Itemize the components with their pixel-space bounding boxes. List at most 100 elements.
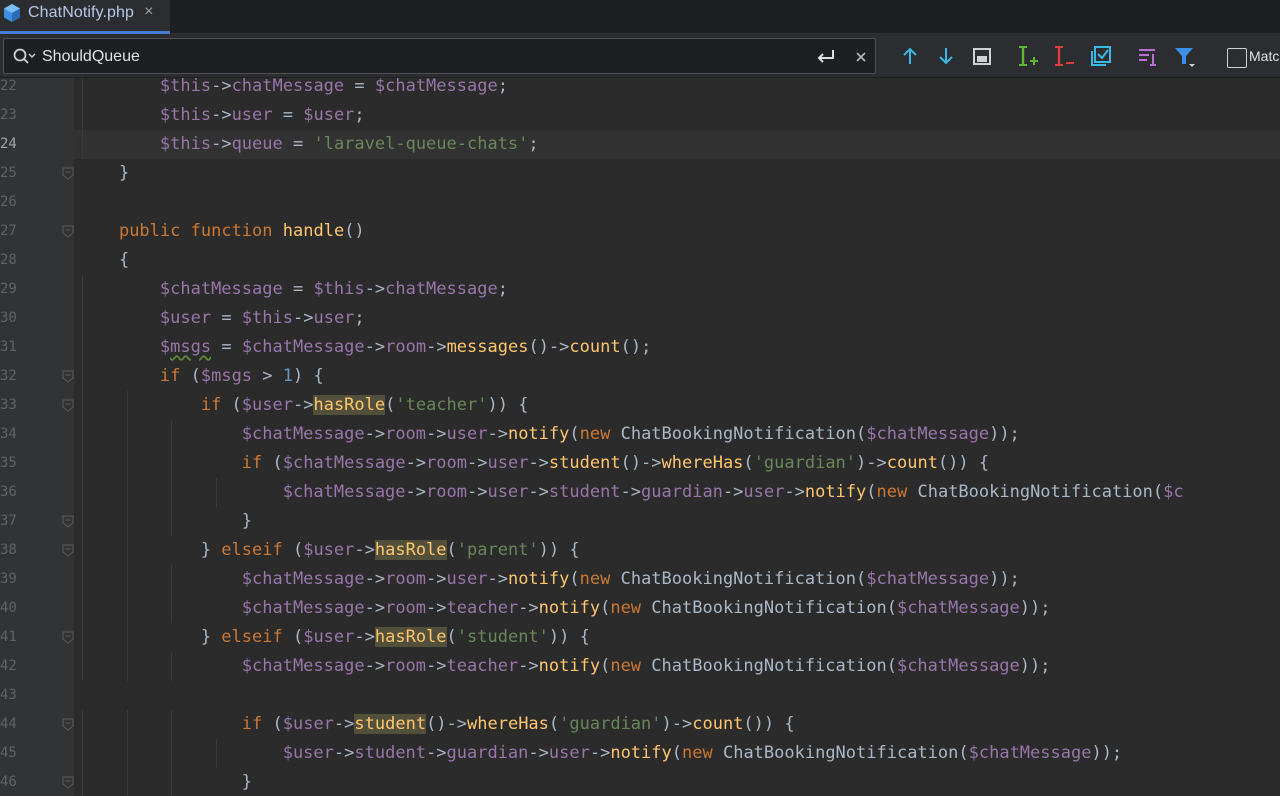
- code-line[interactable]: 27 public function handle(): [0, 217, 1280, 246]
- code-text: }: [78, 163, 130, 183]
- search-icon[interactable]: [12, 47, 36, 67]
- code-line[interactable]: 38 } elseif ($user->hasRole('parent')) {: [0, 536, 1280, 565]
- code-content: $this->user = $user;: [74, 101, 1280, 130]
- code-text: $chatMessage->room->user->notify(new Cha…: [241, 569, 1020, 589]
- code-content: }: [74, 159, 1280, 188]
- code-content: $chatMessage->room->user->student->guard…: [74, 478, 1280, 507]
- code-line[interactable]: 26: [0, 188, 1280, 217]
- code-line[interactable]: 45 $user->student->guardian->user->notif…: [0, 739, 1280, 768]
- code-line[interactable]: 35 if ($chatMessage->room->user->student…: [0, 449, 1280, 478]
- code-line[interactable]: 32 if ($msgs > 1) {: [0, 362, 1280, 391]
- fold-marker-icon[interactable]: [62, 225, 74, 238]
- code-line[interactable]: 30 $user = $this->user;: [0, 304, 1280, 333]
- code-line[interactable]: 28 {: [0, 246, 1280, 275]
- line-number: 43: [0, 687, 16, 703]
- line-number: 46: [0, 774, 16, 790]
- code-text: } elseif ($user->hasRole('student')) {: [78, 627, 590, 647]
- search-box: [3, 38, 876, 74]
- line-number: 23: [0, 107, 16, 123]
- code-line[interactable]: 46 }: [0, 768, 1280, 796]
- search-input[interactable]: [42, 46, 782, 68]
- clear-search-icon[interactable]: [853, 49, 869, 65]
- code-text: $chatMessage = $this->chatMessage;: [159, 279, 508, 299]
- code-text: }: [78, 772, 252, 792]
- code-line[interactable]: 24 $this->queue = 'laravel-queue-chats';: [0, 130, 1280, 159]
- code-text: if ($msgs > 1) {: [159, 366, 324, 386]
- tab-title: ChatNotify.php: [28, 3, 135, 21]
- code-line[interactable]: 43: [0, 681, 1280, 710]
- match-case-checkbox[interactable]: [1227, 48, 1247, 68]
- find-toolbar: Matc: [0, 34, 1280, 78]
- line-number: 30: [0, 310, 16, 326]
- code-line[interactable]: 41 } elseif ($user->hasRole('student')) …: [0, 623, 1280, 652]
- close-icon[interactable]: ×: [144, 3, 153, 21]
- line-number: 37: [0, 513, 16, 529]
- fold-marker-icon[interactable]: [62, 718, 74, 731]
- code-text: $chatMessage->room->user->student->guard…: [282, 482, 1184, 502]
- match-case-label: Matc: [1249, 48, 1280, 64]
- fold-marker-icon[interactable]: [62, 370, 74, 383]
- code-content: $user = $this->user;: [74, 304, 1280, 333]
- fold-marker-icon[interactable]: [62, 399, 74, 412]
- code-content: $this->chatMessage = $chatMessage;: [74, 78, 1280, 101]
- code-content: [74, 681, 1280, 710]
- code-content: $msgs = $chatMessage->room->messages()->…: [74, 333, 1280, 362]
- code-text: $msgs = $chatMessage->room->messages()->…: [159, 337, 652, 357]
- remove-cursor-icon[interactable]: [1052, 44, 1076, 68]
- filter-lines-icon[interactable]: [1136, 44, 1160, 68]
- editor-tab-bar: ChatNotify.php ×: [0, 0, 1280, 34]
- code-text: public function handle(): [118, 221, 365, 241]
- code-line[interactable]: 36 $chatMessage->room->user->student->gu…: [0, 478, 1280, 507]
- code-text: $user->student->guardian->user->notify(n…: [282, 743, 1123, 763]
- code-content: $chatMessage->room->user->notify(new Cha…: [74, 420, 1280, 449]
- line-number: 38: [0, 542, 16, 558]
- line-number: 44: [0, 716, 16, 732]
- add-cursor-icon[interactable]: [1016, 44, 1040, 68]
- code-line[interactable]: 31 $msgs = $chatMessage->room->messages(…: [0, 333, 1280, 362]
- code-content: if ($msgs > 1) {: [74, 362, 1280, 391]
- code-line[interactable]: 33 if ($user->hasRole('teacher')) {: [0, 391, 1280, 420]
- code-content: [74, 188, 1280, 217]
- code-text: $chatMessage->room->teacher->notify(new …: [241, 656, 1051, 676]
- line-number: 42: [0, 658, 16, 674]
- line-number: 29: [0, 281, 16, 297]
- code-line[interactable]: 37 }: [0, 507, 1280, 536]
- code-text: if ($chatMessage->room->user->student()-…: [241, 453, 990, 473]
- filter-icon[interactable]: [1172, 44, 1196, 68]
- fold-marker-icon[interactable]: [62, 544, 74, 557]
- code-editor[interactable]: 22 $this->chatMessage = $chatMessage; 23 …: [0, 78, 1280, 796]
- line-number: 26: [0, 194, 16, 210]
- code-line[interactable]: 39 $chatMessage->room->user->notify(new …: [0, 565, 1280, 594]
- line-number: 22: [0, 78, 16, 94]
- code-text: $this->chatMessage = $chatMessage;: [159, 78, 508, 96]
- fold-marker-icon[interactable]: [62, 167, 74, 180]
- arrow-down-icon[interactable]: [934, 44, 958, 68]
- code-content: $chatMessage = $this->chatMessage;: [74, 275, 1280, 304]
- code-content: if ($user->hasRole('teacher')) {: [74, 391, 1280, 420]
- code-line[interactable]: 42 $chatMessage->room->teacher->notify(n…: [0, 652, 1280, 681]
- tab-chatnotify[interactable]: ChatNotify.php ×: [0, 0, 170, 34]
- code-line[interactable]: 44 if ($user->student()->whereHas('guard…: [0, 710, 1280, 739]
- code-content: $chatMessage->room->user->notify(new Cha…: [74, 565, 1280, 594]
- fold-marker-icon[interactable]: [62, 631, 74, 644]
- enter-icon[interactable]: [814, 47, 838, 67]
- line-number: 45: [0, 745, 16, 761]
- code-text: if ($user->hasRole('teacher')) {: [200, 395, 529, 415]
- code-text: $this->queue = 'laravel-queue-chats';: [159, 134, 539, 154]
- select-all-occurrences-icon[interactable]: [970, 44, 994, 68]
- code-line[interactable]: 34 $chatMessage->room->user->notify(new …: [0, 420, 1280, 449]
- arrow-up-icon[interactable]: [898, 44, 922, 68]
- code-content: $chatMessage->room->teacher->notify(new …: [74, 652, 1280, 681]
- fold-marker-icon[interactable]: [62, 776, 74, 789]
- code-content: } elseif ($user->hasRole('parent')) {: [74, 536, 1280, 565]
- line-number: 28: [0, 252, 16, 268]
- code-content: }: [74, 768, 1280, 796]
- fold-marker-icon[interactable]: [62, 515, 74, 528]
- code-line[interactable]: 40 $chatMessage->room->teacher->notify(n…: [0, 594, 1280, 623]
- code-line[interactable]: 22 $this->chatMessage = $chatMessage;: [0, 78, 1280, 101]
- code-content: }: [74, 507, 1280, 536]
- code-line[interactable]: 25 }: [0, 159, 1280, 188]
- select-all-matches-icon[interactable]: [1089, 44, 1113, 68]
- code-line[interactable]: 23 $this->user = $user;: [0, 101, 1280, 130]
- code-line[interactable]: 29 $chatMessage = $this->chatMessage;: [0, 275, 1280, 304]
